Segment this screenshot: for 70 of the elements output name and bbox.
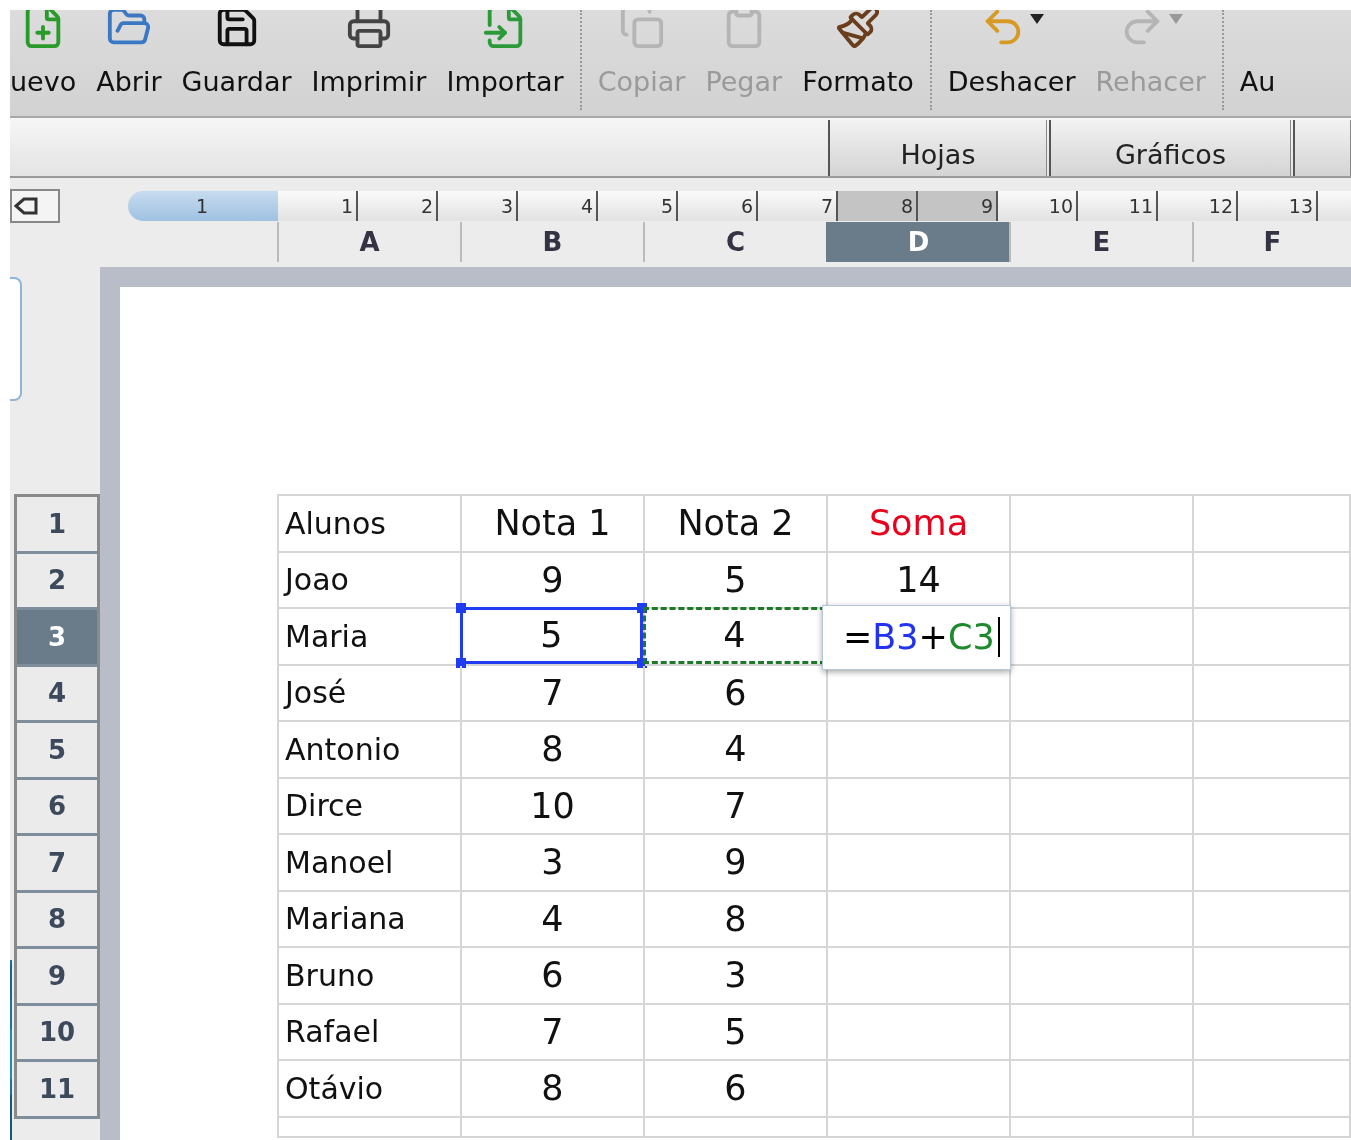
ruler-label: 8 — [900, 195, 913, 217]
table-cell: 5 — [645, 1004, 828, 1061]
table-cell: 3 — [462, 835, 645, 892]
table-cell: 9 — [645, 835, 828, 892]
table-cell: 7 — [462, 665, 645, 722]
table-cell: 8 — [462, 722, 645, 779]
table-cell: 4 — [645, 722, 828, 779]
view-toggle-button[interactable] — [10, 189, 60, 223]
toolbar-button[interactable]: Deshacer — [947, 10, 1076, 110]
table-cell: 3 — [645, 948, 828, 1005]
toolbar-button[interactable]: Abrir — [96, 10, 162, 110]
cell-editor[interactable]: =B3+C3 — [822, 605, 1011, 670]
ruler-label: 1 — [340, 195, 353, 217]
table-cell: 6 — [645, 1061, 828, 1118]
paintbrush-icon — [834, 10, 881, 50]
table-cell: 8 — [645, 891, 828, 948]
ruler-label: 7 — [820, 195, 833, 217]
table-cell: 7 — [462, 1004, 645, 1061]
scroll-thumb[interactable] — [10, 277, 22, 401]
table-cell: Dirce — [279, 778, 462, 835]
table-cell: 7 — [645, 778, 828, 835]
cell-value: 5 — [540, 615, 563, 656]
ribbon-tab[interactable] — [1292, 120, 1351, 176]
ruler-label: 12 — [1208, 195, 1233, 217]
selection-handle[interactable] — [456, 657, 466, 668]
table-cell: Bruno — [279, 948, 462, 1005]
table-cell: José — [279, 665, 462, 722]
ruler-label: 4 — [580, 195, 593, 217]
table-cell: Nota 1 — [462, 496, 645, 553]
ruler-label: 10 — [1048, 195, 1073, 217]
ruler-margin[interactable]: 1 — [128, 191, 278, 221]
formula-text: =B3+C3 — [843, 617, 995, 658]
table-cell: 6 — [462, 948, 645, 1005]
ruler-label: 9 — [980, 195, 993, 217]
table-cell: 8 — [462, 1061, 645, 1118]
toolbar-button[interactable]: Au — [1239, 10, 1276, 110]
selection-handle[interactable] — [637, 657, 647, 668]
selection-handle[interactable] — [637, 603, 647, 613]
table-cell: Mariana — [279, 891, 462, 948]
ruler-label: 11 — [1128, 195, 1153, 217]
table-cell: 6 — [645, 665, 828, 722]
ruler-label: 1 — [195, 195, 208, 217]
table-cell: 10 — [462, 778, 645, 835]
table-cell: Manoel — [279, 835, 462, 892]
toolbar-button[interactable]: uevo — [10, 10, 77, 110]
toolbar-button[interactable]: Guardar — [181, 10, 292, 110]
ribbon-tab[interactable]: Hojas — [828, 120, 1047, 176]
selection-handle[interactable] — [456, 603, 466, 613]
table-cell: Nota 2 — [645, 496, 828, 553]
ruler-label: 3 — [500, 195, 513, 217]
caret-icon[interactable] — [1029, 14, 1044, 24]
text-cursor — [997, 617, 1000, 658]
printer-icon — [346, 10, 392, 50]
ruler-label: 13 — [1288, 195, 1313, 217]
table-cell: Antonio — [279, 722, 462, 779]
ruler-label: 6 — [740, 195, 753, 217]
table-cell: Rafael — [279, 1004, 462, 1061]
table-cell: Soma — [828, 496, 1011, 553]
toolbar-button[interactable]: Formato — [802, 10, 914, 110]
ribbon-tab[interactable]: Gráficos — [1048, 120, 1291, 176]
toolbar-button[interactable]: Imprimir — [311, 10, 427, 110]
table-cell: Alunos — [279, 496, 462, 553]
cell-value: 4 — [723, 615, 746, 656]
table-cell: 4 — [462, 891, 645, 948]
toolbar-button[interactable]: Importar — [446, 10, 564, 110]
column-header[interactable]: D — [826, 222, 1009, 262]
row-header[interactable]: 3 — [17, 610, 97, 667]
ruler-label: 5 — [660, 195, 673, 217]
ruler-label: 2 — [420, 195, 433, 217]
table-cell: Otávio — [279, 1061, 462, 1118]
